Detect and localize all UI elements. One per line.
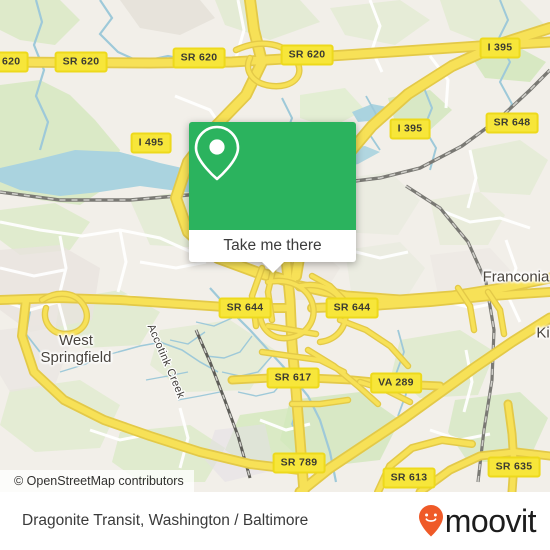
road-shield: SR 620 xyxy=(0,51,29,73)
road-shield: SR 617 xyxy=(266,367,320,389)
map-canvas[interactable]: Accotink Creek West Springfield Franconia… xyxy=(0,0,550,492)
moovit-smiley-pin-icon xyxy=(418,505,443,537)
osm-attribution-text: © OpenStreetMap contributors xyxy=(14,474,184,488)
road-shield: SR 789 xyxy=(272,452,326,474)
popup-icon-panel xyxy=(189,122,356,230)
road-shield: SR 620 xyxy=(54,51,108,73)
road-shield: VA 289 xyxy=(370,372,422,394)
popup-pointer xyxy=(261,262,284,273)
screenshot-root: Accotink Creek West Springfield Franconia… xyxy=(0,0,550,550)
road-shield: SR 644 xyxy=(325,297,379,319)
page-title: Dragonite Transit, Washington / Baltimor… xyxy=(22,512,309,529)
road-shield: I 395 xyxy=(479,37,521,59)
osm-attribution[interactable]: © OpenStreetMap contributors xyxy=(0,470,194,492)
moovit-wordmark: moovit xyxy=(444,503,537,539)
road-shield: SR 648 xyxy=(485,112,539,134)
road-shield: SR 635 xyxy=(487,456,541,478)
take-me-there-label: Take me there xyxy=(223,237,322,254)
road-shield: SR 613 xyxy=(382,467,436,489)
road-shield: I 395 xyxy=(389,118,431,140)
moovit-brand[interactable]: moovit xyxy=(418,503,537,539)
road-shield: SR 620 xyxy=(172,47,226,69)
road-shield: I 495 xyxy=(130,132,172,154)
take-me-there-popup[interactable]: Take me there xyxy=(189,122,356,273)
place-label: Ki xyxy=(536,324,550,342)
road-shield: SR 620 xyxy=(280,44,334,66)
place-label: Franconia xyxy=(482,268,550,286)
map-pin-icon xyxy=(194,125,240,181)
road-shield: SR 644 xyxy=(218,297,272,319)
footer-bar: Dragonite Transit, Washington / Baltimor… xyxy=(0,492,550,550)
popup-action-bar[interactable]: Take me there xyxy=(189,230,356,273)
place-label: West Springfield xyxy=(40,332,112,366)
